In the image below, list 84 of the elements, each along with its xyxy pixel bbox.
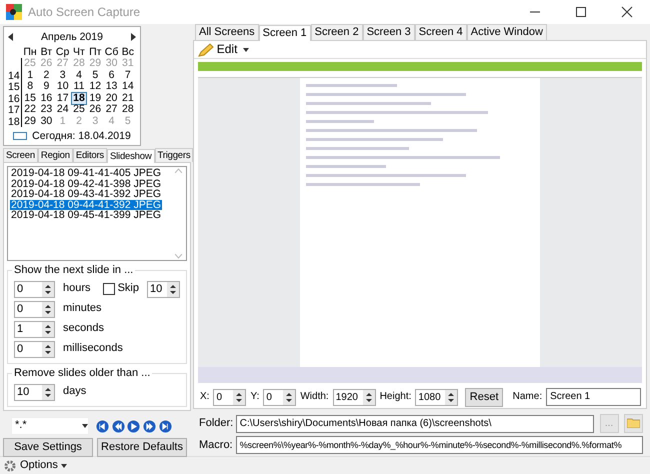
tab[interactable]: Region [38, 148, 73, 162]
tab[interactable]: Slideshow [106, 148, 154, 164]
calendar-day[interactable]: 6 [103, 68, 120, 82]
settings-button[interactable]: Save Settings [3, 438, 93, 458]
month-title: Апрель 2019 [41, 31, 103, 44]
filter-dropdown[interactable]: *.* [11, 417, 89, 436]
calendar-day[interactable]: 28 [120, 103, 136, 116]
field-label: Name: [512, 391, 542, 404]
list-item[interactable]: 2019-04-18 09-43-41-392 JPEG [10, 189, 162, 200]
tab[interactable]: All Screens [195, 24, 259, 40]
calendar-day[interactable]: 7 [120, 68, 136, 82]
unit-label: hours [63, 282, 91, 296]
calendar-day[interactable]: 16 [38, 92, 55, 105]
reset-button[interactable]: Reset [465, 388, 504, 407]
weekday-label: Сб [104, 46, 120, 58]
calendar-day[interactable]: 30 [38, 114, 55, 128]
weekday-label: Пт [88, 46, 102, 58]
field-label: Macro: [199, 438, 233, 452]
calendar-day[interactable]: 12 [87, 80, 104, 94]
calendar-day[interactable]: 5 [87, 68, 104, 82]
weekday-label: Ср [54, 46, 70, 58]
week-number: 14 [8, 70, 22, 82]
tab[interactable]: Triggers [154, 148, 194, 162]
skip-checkbox[interactable]: Skip [102, 282, 139, 296]
tab[interactable]: Active Window [466, 24, 547, 40]
calendar-day[interactable]: 15 [22, 92, 38, 105]
list-item[interactable]: 2019-04-18 09-45-41-399 JPEG [10, 210, 162, 221]
unit-label: milliseconds [63, 342, 123, 356]
settings-button[interactable]: Restore Defaults [97, 438, 187, 458]
calendar-day[interactable]: 22 [22, 103, 38, 116]
calendar-day[interactable]: 23 [38, 103, 55, 116]
calendar-day[interactable]: 2 [38, 68, 55, 82]
field-label: X: [200, 391, 210, 404]
week-number: 16 [8, 92, 22, 104]
weekday-label: Вс [120, 46, 135, 58]
tab[interactable]: Screen 3 [362, 24, 415, 40]
unit-label: minutes [63, 302, 102, 316]
calendar-day[interactable]: 13 [103, 80, 120, 94]
list-item[interactable]: 2019-04-18 09-44-41-392 JPEG [10, 200, 162, 210]
calendar-day[interactable]: 3 [54, 68, 71, 82]
calendar-day[interactable]: 14 [120, 80, 136, 94]
weekday-label: Пн [22, 46, 38, 58]
calendar-day[interactable]: 4 [70, 68, 88, 82]
tab[interactable]: Screen 2 [310, 24, 363, 40]
list-item[interactable]: 2019-04-18 09-41-41-405 JPEG [10, 168, 162, 179]
tab[interactable]: Screen [3, 148, 38, 162]
field-label: Height: [380, 391, 412, 404]
list-item[interactable]: 2019-04-18 09-42-41-398 JPEG [10, 178, 162, 190]
today-link[interactable]: Сегодня: 18.04.2019 [32, 130, 131, 143]
calendar-day[interactable]: 19 [87, 92, 104, 105]
calendar-day[interactable]: 17 [54, 92, 71, 105]
weekday-label: Чт [72, 46, 86, 58]
calendar-day[interactable]: 1 [22, 68, 38, 82]
edit-dropdown[interactable]: Edit [198, 42, 249, 57]
calendar-day[interactable]: 24 [54, 103, 71, 116]
unit-label: days [63, 385, 86, 399]
tab[interactable]: Screen 1 [258, 25, 311, 42]
calendar-day[interactable]: 21 [120, 92, 136, 105]
field-label: Folder: [199, 417, 233, 430]
calendar-day[interactable]: 29 [22, 114, 38, 128]
weekday-label: Вт [40, 46, 54, 58]
tab[interactable]: Screen 4 [414, 24, 467, 40]
calendar-day[interactable]: 11 [70, 80, 88, 94]
folder-field[interactable]: C:\Users\shiry\Documents\Новая папка (6)\screenshots\ [236, 414, 594, 433]
name-field[interactable]: Screen 1 [546, 388, 640, 406]
calendar-day[interactable]: 25 [70, 103, 88, 116]
calendar-day[interactable]: 8 [22, 80, 38, 94]
calendar-day[interactable]: 9 [38, 80, 55, 94]
tab[interactable]: Editors [72, 148, 107, 162]
calendar-day[interactable]: 20 [103, 92, 120, 105]
calendar-day[interactable]: 27 [103, 103, 120, 116]
slide-list[interactable]: 2019-04-18 09-41-41-405 JPEG 2019-04-18 09-42-41-398 JPEG 2019-04-18 09-43-41-392 JPEG 2019-04-18 09-44-41-392 JPEG 2019-04-18 09-45-41-399 JPEG [7, 166, 187, 262]
window-title: Auto Screen Capture [28, 4, 140, 20]
calendar-day[interactable]: 10 [54, 80, 71, 94]
options-menu[interactable]: Options [20, 458, 67, 472]
calendar-day[interactable]: 18 [70, 92, 88, 105]
calendar-day[interactable]: 26 [87, 103, 104, 116]
unit-label: seconds [63, 322, 104, 336]
week-number: 15 [8, 81, 22, 93]
macro-field[interactable]: %screen%\%year%-%month%-%day%_%hour%-%minute%-%second%-%millisecond%.%format% [236, 436, 643, 454]
week-number: 17 [8, 104, 22, 116]
field-label: Y: [250, 391, 260, 404]
week-number: 18 [8, 116, 22, 128]
field-label: Width: [300, 391, 329, 404]
